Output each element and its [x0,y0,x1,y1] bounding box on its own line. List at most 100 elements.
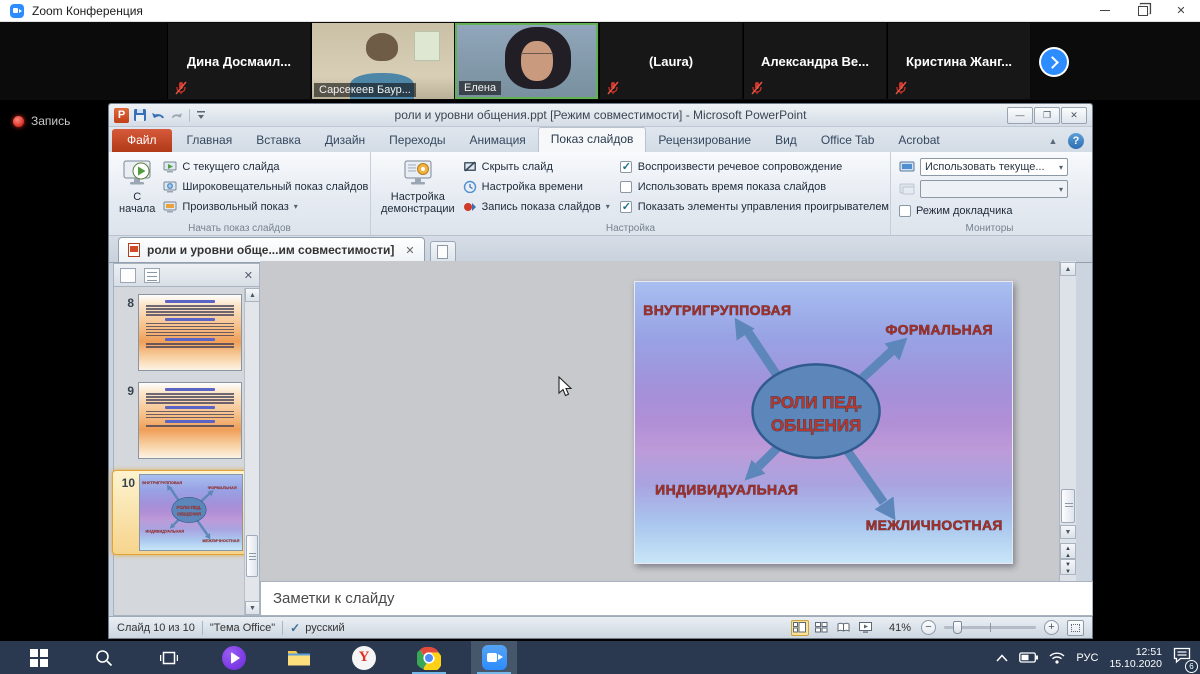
tab-review[interactable]: Рецензирование [646,129,763,152]
record-slideshow-button[interactable]: Запись показа слайдов ▾ [463,198,610,215]
zoom-in-button[interactable]: + [1044,620,1059,635]
participant-tile[interactable]: Дина Досмаил... [167,23,310,99]
show-media-controls-checkbox[interactable]: Показать элементы управления проигрывате… [620,199,889,215]
participant-tile[interactable]: Сарсекеев Баур... [311,23,454,99]
use-timings-checkbox[interactable]: Использовать время показа слайдов [620,179,889,195]
next-slide-button[interactable]: ▼▼ [1060,559,1076,575]
minimize-button[interactable]: — [1007,107,1033,124]
slide-editor-area[interactable]: РОЛИ ПЕД. ОБЩЕНИЯ ВНУТРИГРУППОВАЯ ФОРМАЛ… [260,261,1076,581]
slides-tab-icon[interactable] [120,268,136,283]
close-tab-icon[interactable]: ✕ [405,244,414,257]
tab-office-tab[interactable]: Office Tab [809,129,887,152]
search-button[interactable] [81,641,127,674]
participant-tile[interactable]: Александра Ве... [743,23,886,99]
notes-panel[interactable]: Заметки к слайду [260,581,1093,616]
normal-view-button[interactable] [791,620,809,636]
scrollbar-thumb[interactable] [246,535,258,577]
tab-view[interactable]: Вид [763,129,809,152]
participant-tile[interactable]: (Laura) [599,23,742,99]
collapse-ribbon-icon[interactable]: ▲ [1046,134,1060,148]
tab-animations[interactable]: Анимация [457,129,537,152]
checkbox[interactable] [620,201,632,213]
save-icon[interactable] [133,108,147,122]
tab-acrobat[interactable]: Acrobat [886,129,951,152]
zoom-out-button[interactable]: − [921,620,936,635]
close-button[interactable]: ✕ [1061,107,1087,124]
tab-design[interactable]: Дизайн [313,129,377,152]
setup-slideshow-button[interactable]: Настройка демонстрации [377,156,459,221]
file-explorer-button[interactable] [276,641,322,674]
language-switcher[interactable]: РУС [1076,652,1098,664]
fit-to-window-button[interactable] [1067,620,1084,636]
action-center-button[interactable]: 6 [1173,647,1192,669]
alice-assistant-button[interactable] [211,641,257,674]
customize-toolbar-icon[interactable] [196,110,206,120]
yandex-browser-button[interactable]: Y [341,641,387,674]
checkbox[interactable] [899,205,911,217]
scroll-down-button[interactable]: ▼ [245,601,260,615]
restore-button[interactable] [1124,0,1162,21]
from-current-slide-button[interactable]: С текущего слайда [163,158,368,175]
presenter-view-checkbox[interactable]: Режим докладчика [899,202,1068,219]
theme-name[interactable]: "Тема Office" [210,622,275,634]
spellcheck-icon[interactable]: ✓ [290,621,300,635]
help-icon[interactable]: ? [1068,133,1084,149]
zoom-slider[interactable] [944,626,1036,629]
slide-thumbnail-10-selected[interactable]: 10 [112,470,248,555]
hide-slide-button[interactable]: Скрыть слайд [463,158,610,175]
slide-sorter-view-button[interactable] [813,620,831,636]
tab-transitions[interactable]: Переходы [377,129,457,152]
powerpoint-titlebar[interactable]: роли и уровни общения.ppt [Режим совмест… [109,104,1092,127]
from-beginning-button[interactable]: С начала [115,156,159,221]
restore-button[interactable]: ❒ [1034,107,1060,124]
language-indicator[interactable]: русский [305,622,344,634]
undo-icon[interactable] [151,109,166,122]
start-button[interactable] [16,641,62,674]
powerpoint-app-icon[interactable]: P [114,108,129,123]
task-view-button[interactable] [146,641,192,674]
tab-slideshow[interactable]: Показ слайдов [538,127,647,152]
participant-name: Кристина Жанг... [888,23,1030,99]
checkbox[interactable] [620,161,632,173]
scroll-up-button[interactable]: ▲ [245,288,260,302]
minimize-button[interactable] [1086,0,1124,21]
new-tab-button[interactable] [430,241,456,262]
participant-tile[interactable]: Кристина Жанг... [887,23,1030,99]
close-panel-icon[interactable]: ✕ [244,269,253,282]
reading-view-button[interactable] [835,620,853,636]
next-participants-button[interactable] [1041,49,1067,75]
clock[interactable]: 12:51 15.10.2020 [1109,646,1162,670]
tab-home[interactable]: Главная [175,129,245,152]
previous-slide-button[interactable]: ▲▲ [1060,543,1076,559]
tab-insert[interactable]: Вставка [244,129,313,152]
checkbox[interactable] [620,181,632,193]
scrollbar-thumb[interactable] [1061,489,1075,523]
play-narrations-checkbox[interactable]: Воспроизвести речевое сопровождение [620,159,889,175]
slideshow-view-button[interactable] [857,620,875,636]
slide-thumbnail-8[interactable]: 8 [116,294,242,371]
panel-scrollbar[interactable]: ▲ ▼ [244,288,259,615]
broadcast-slideshow-button[interactable]: Широковещательный показ слайдов [163,178,368,195]
document-tab[interactable]: роли и уровни обще...им совместимости] ✕ [118,237,425,262]
redo-icon[interactable] [170,109,183,122]
chrome-button[interactable] [406,641,452,674]
slide-thumbnail-9[interactable]: 9 [116,382,242,459]
slide-canvas[interactable]: РОЛИ ПЕД. ОБЩЕНИЯ ВНУТРИГРУППОВАЯ ФОРМАЛ… [634,281,1013,564]
powerpoint-window: роли и уровни общения.ppt [Режим совмест… [108,103,1093,639]
battery-icon[interactable] [1019,652,1038,663]
editor-scrollbar[interactable]: ▲ ▼ ▲▲ ▼▼ [1059,261,1076,581]
rehearse-timings-button[interactable]: Настройка времени [463,178,610,195]
monitor-select-dropdown[interactable]: Использовать текуще... ▾ [920,158,1068,176]
scroll-down-button[interactable]: ▼ [1060,525,1076,539]
close-button[interactable] [1162,0,1200,21]
hidden-icons-chevron[interactable] [996,654,1008,662]
resolution-dropdown[interactable]: ▾ [920,180,1068,198]
zoom-slider-thumb[interactable] [953,621,962,634]
tab-file[interactable]: Файл [112,129,172,152]
participant-tile-active-speaker[interactable]: Елена [455,23,598,99]
scroll-up-button[interactable]: ▲ [1060,262,1076,276]
custom-slideshow-button[interactable]: Произвольный показ ▾ [163,198,368,215]
wifi-icon[interactable] [1049,652,1065,664]
outline-tab-icon[interactable] [144,268,160,283]
zoom-app-button[interactable] [471,641,517,674]
